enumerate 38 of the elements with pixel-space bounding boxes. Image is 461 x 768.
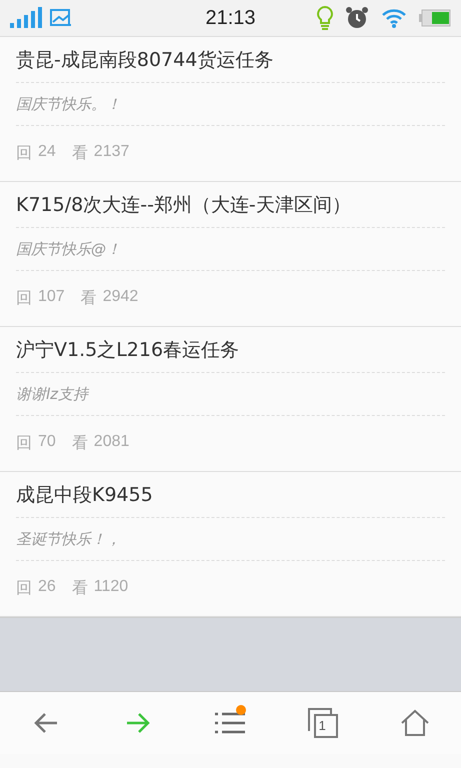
home-icon [400,709,430,737]
reply-count: 24 [38,143,56,162]
windows-icon [306,707,339,739]
views-label: 看 [72,578,88,599]
post-excerpt: 谢谢lz支持 [16,384,88,404]
forward-arrow-icon [125,711,152,735]
reply-count: 70 [38,433,56,452]
menu-icon [215,711,246,735]
reply-count: 26 [38,578,56,597]
replies-label: 回 [16,579,32,599]
post-excerpt: 国庆节快乐。！ [16,94,121,114]
post-excerpt: 圣诞节快乐！， [16,530,121,548]
alarm-clock-icon [345,6,369,30]
replies-label: 回 [16,144,32,164]
views-label: 看 [72,144,88,164]
view-count: 2137 [94,143,130,162]
reply-count: 107 [38,288,65,307]
clock-time: 21:13 [205,6,256,30]
lightbulb-icon [317,6,333,30]
post-title: K715/8次大连--郑州（大连-天津区间） [16,192,351,218]
views-label: 看 [72,434,88,454]
battery-icon [419,9,451,27]
view-count: 2942 [102,288,138,307]
image-icon [50,8,72,28]
post-title: 贵昆-成昆南段80744货运任务 [16,48,274,72]
replies-label: 回 [16,434,32,454]
back-arrow-icon [33,711,60,735]
view-count: 2081 [94,433,130,452]
signal-icon [10,7,42,29]
post-title: 沪宁V1.5之L216春运任务 [16,338,240,362]
post-title: 成昆中段K9455 [16,482,153,508]
replies-label: 回 [16,289,32,309]
view-count: 1120 [94,578,128,597]
post-excerpt: 国庆节快乐@！ [16,240,121,258]
views-label: 看 [80,288,97,309]
tabs-button[interactable]: 1 [300,703,345,743]
tab-count: 1 [318,718,326,733]
wifi-icon [381,8,407,28]
